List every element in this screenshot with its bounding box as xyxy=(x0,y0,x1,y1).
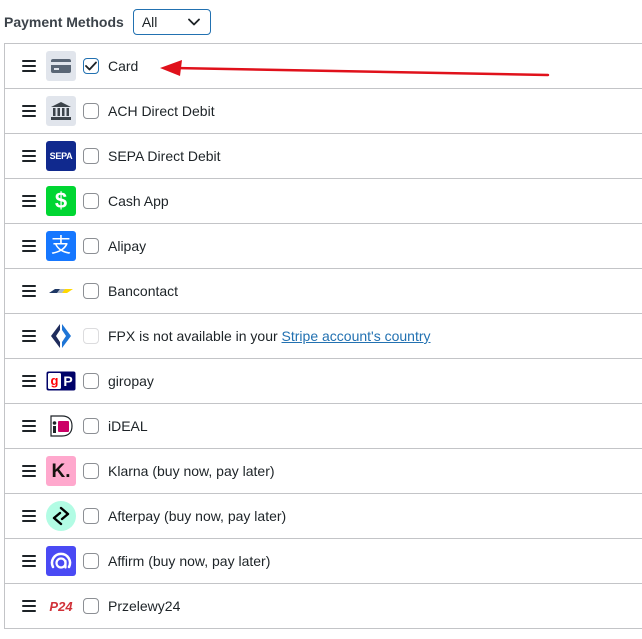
method-label: Cash App xyxy=(108,193,169,209)
bank-icon xyxy=(46,96,76,126)
filter-select[interactable]: All xyxy=(132,9,211,35)
alipay-logo-text: 支 xyxy=(51,235,71,257)
drag-handle-icon[interactable] xyxy=(22,330,36,342)
ideal-icon xyxy=(46,411,76,441)
drag-handle-icon[interactable] xyxy=(22,150,36,162)
drag-handle-icon[interactable] xyxy=(22,600,36,612)
payment-methods-header: Payment Methods All xyxy=(4,9,211,35)
method-label: Bancontact xyxy=(108,283,179,299)
method-checkbox[interactable] xyxy=(83,553,99,569)
method-checkbox[interactable] xyxy=(83,463,99,479)
method-label: SEPA Direct Debit xyxy=(108,148,221,164)
giropay-icon: gP xyxy=(46,366,76,396)
page-title: Payment Methods xyxy=(4,14,124,30)
drag-handle-icon[interactable] xyxy=(22,240,36,252)
svg-text:P: P xyxy=(63,373,72,389)
list-item: 支 Alipay xyxy=(5,224,642,269)
bancontact-icon xyxy=(46,276,76,306)
method-label: Alipay xyxy=(108,238,147,254)
drag-handle-icon[interactable] xyxy=(22,420,36,432)
afterpay-icon xyxy=(46,501,76,531)
method-label: iDEAL xyxy=(108,418,148,434)
list-item: ACH Direct Debit xyxy=(5,89,642,134)
drag-handle-icon[interactable] xyxy=(22,285,36,297)
method-label: Affirm (buy now, pay later) xyxy=(108,553,271,569)
method-checkbox[interactable] xyxy=(83,58,99,74)
klarna-icon: K. xyxy=(46,456,76,486)
method-label: Afterpay (buy now, pay later) xyxy=(108,508,287,524)
klarna-logo-text: K. xyxy=(51,460,71,482)
drag-handle-icon[interactable] xyxy=(22,510,36,522)
list-item: K. Klarna (buy now, pay later) xyxy=(5,449,642,494)
method-label: Card xyxy=(108,58,139,74)
list-item: SEPA SEPA Direct Debit xyxy=(5,134,642,179)
przelewy24-icon: P24 xyxy=(46,591,76,621)
annotation-arrow xyxy=(160,60,550,77)
list-item: iDEAL xyxy=(5,404,642,449)
method-checkbox[interactable] xyxy=(83,508,99,524)
drag-handle-icon[interactable] xyxy=(22,465,36,477)
list-item: Afterpay (buy now, pay later) xyxy=(5,494,642,539)
method-label: giropay xyxy=(108,373,154,389)
payment-methods-list: Card ACH Direct Debit SEPA SEPA Direct D… xyxy=(4,43,642,629)
cash-app-logo-text: $ xyxy=(54,188,68,213)
stripe-account-country-link[interactable]: Stripe account's country xyxy=(282,328,431,344)
method-label: Przelewy24 xyxy=(108,598,181,614)
method-checkbox[interactable] xyxy=(83,193,99,209)
method-label: ACH Direct Debit xyxy=(108,103,215,119)
list-item: gP giropay xyxy=(5,359,642,404)
list-item: Affirm (buy now, pay later) xyxy=(5,539,642,584)
method-checkbox[interactable] xyxy=(83,418,99,434)
svg-text:g: g xyxy=(51,373,59,388)
drag-handle-icon[interactable] xyxy=(22,375,36,387)
list-item: Bancontact xyxy=(5,269,642,314)
sepa-logo-text: SEPA xyxy=(49,151,73,161)
list-item: P24 Przelewy24 xyxy=(5,584,642,629)
p24-logo-text: P24 xyxy=(49,598,73,614)
method-checkbox[interactable] xyxy=(83,148,99,164)
fpx-unavailable-text: FPX is not available in your xyxy=(108,328,282,344)
method-checkbox[interactable] xyxy=(83,283,99,299)
affirm-icon xyxy=(46,546,76,576)
alipay-icon: 支 xyxy=(46,231,76,261)
drag-handle-icon[interactable] xyxy=(22,105,36,117)
method-checkbox[interactable] xyxy=(83,103,99,119)
method-checkbox[interactable] xyxy=(83,598,99,614)
method-checkbox xyxy=(83,328,99,344)
chevron-down-icon xyxy=(187,18,200,26)
method-checkbox[interactable] xyxy=(83,238,99,254)
method-label: FPX is not available in your Stripe acco… xyxy=(108,328,431,344)
drag-handle-icon[interactable] xyxy=(22,60,36,72)
filter-select-value: All xyxy=(141,14,158,30)
drag-handle-icon[interactable] xyxy=(22,195,36,207)
cash-app-icon: $ xyxy=(46,186,76,216)
card-icon xyxy=(46,51,76,81)
list-item: FPX is not available in your Stripe acco… xyxy=(5,314,642,359)
method-checkbox[interactable] xyxy=(83,373,99,389)
sepa-logo-icon: SEPA xyxy=(46,141,76,171)
drag-handle-icon[interactable] xyxy=(22,555,36,567)
fpx-icon xyxy=(46,321,76,351)
method-label: Klarna (buy now, pay later) xyxy=(108,463,275,479)
list-item: $ Cash App xyxy=(5,179,642,224)
